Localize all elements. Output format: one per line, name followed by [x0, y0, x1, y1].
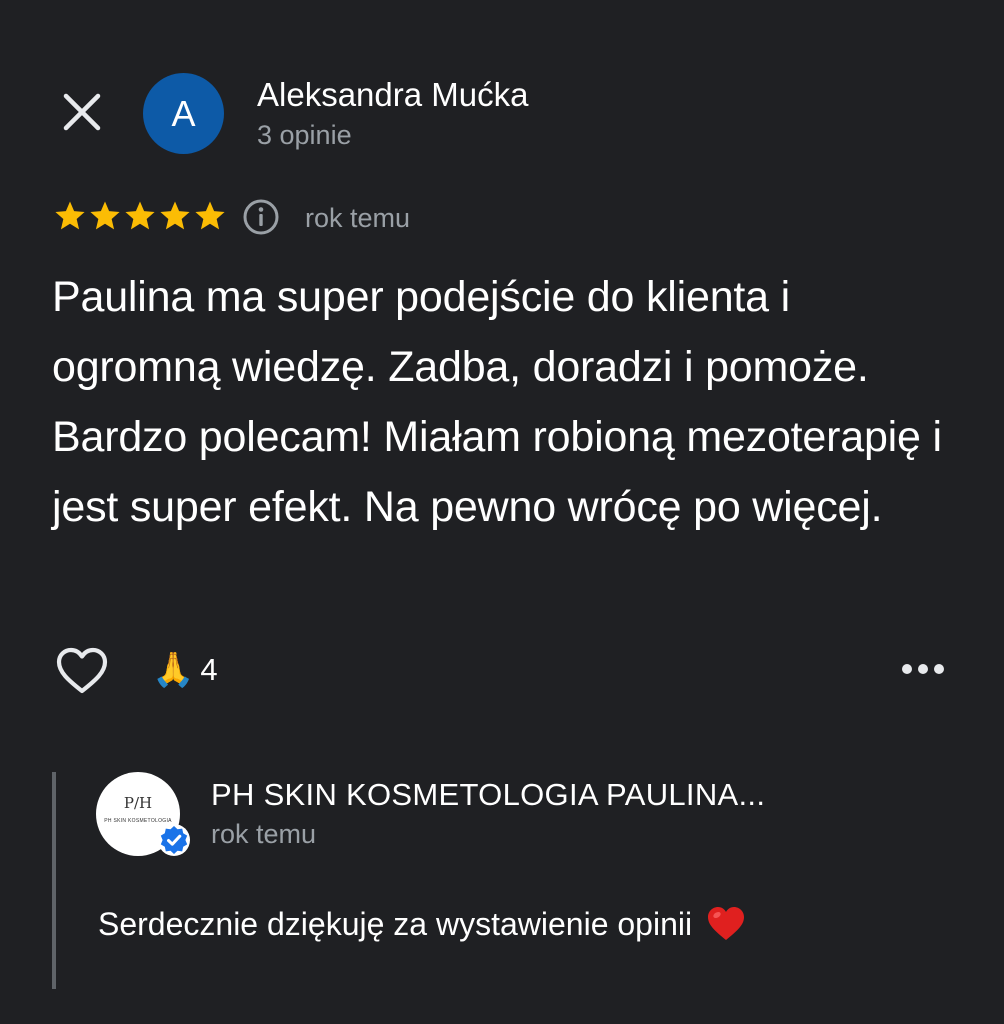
avatar-initial: A	[171, 92, 196, 134]
info-icon[interactable]	[242, 198, 280, 236]
more-horizontal-icon	[902, 664, 944, 674]
star-rating	[53, 199, 227, 233]
close-button[interactable]	[58, 88, 106, 136]
star-icon	[90, 201, 120, 230]
author-name[interactable]: Aleksandra Mućka	[257, 76, 528, 114]
owner-logo-monogram: P/H	[124, 794, 152, 812]
review-text: Paulina ma super podejście do klienta i …	[52, 273, 942, 531]
star-icon	[160, 201, 190, 230]
red-heart-icon	[708, 907, 745, 940]
star-icon	[125, 201, 155, 230]
like-button[interactable]	[54, 645, 110, 697]
reaction-chip[interactable]: 🙏 4	[152, 650, 218, 690]
reaction-count: 4	[200, 652, 218, 687]
avatar[interactable]: A	[143, 73, 224, 154]
star-icon	[55, 201, 85, 230]
owner-reply-time: rok temu	[211, 819, 317, 849]
owner-reply: Serdecznie dziękuję za wystawienie opini…	[98, 905, 746, 943]
verified-badge-icon	[157, 823, 191, 857]
folded-hands-icon: 🙏	[152, 651, 195, 689]
review-time: rok temu	[305, 203, 411, 233]
owner-name[interactable]: PH SKIN KOSMETOLOGIA PAULINA...	[211, 777, 765, 813]
owner-reply-text: Serdecznie dziękuję za wystawienie opini…	[98, 905, 693, 942]
more-options-button[interactable]	[900, 654, 946, 684]
close-icon	[63, 93, 101, 131]
author-review-count: 3 opinie	[257, 120, 352, 150]
heart-outline-icon	[56, 647, 108, 694]
star-icon	[195, 201, 225, 230]
reply-divider	[52, 772, 56, 989]
